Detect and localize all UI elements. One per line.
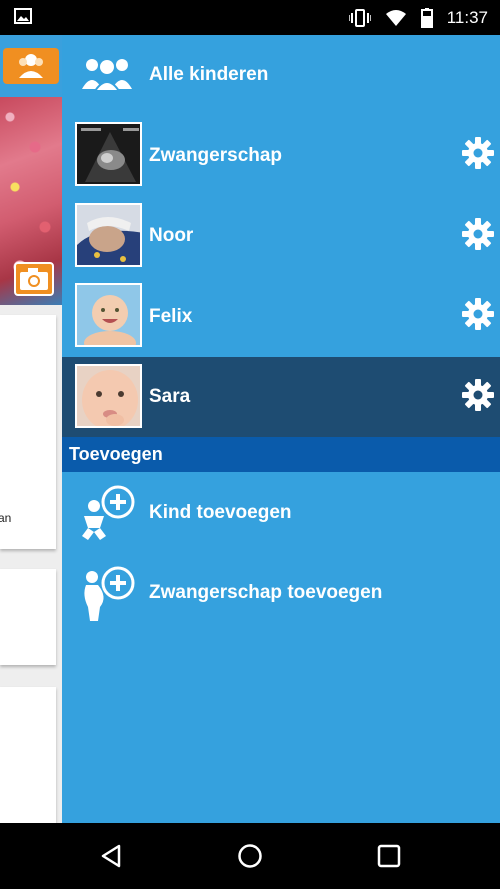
gear-icon[interactable]	[461, 217, 495, 251]
drawer-item-child-felix[interactable]: Felix	[62, 276, 500, 357]
feed-card[interactable]: an	[0, 315, 56, 549]
camera-icon	[20, 268, 48, 290]
baby-face-photo	[75, 364, 142, 428]
add-child-icon	[82, 485, 135, 540]
vibrate-icon	[348, 8, 371, 27]
section-header-toevoegen: Toevoegen	[62, 437, 500, 472]
sleeping-baby-photo	[75, 203, 142, 267]
drawer-item-child-sara[interactable]: Sara	[62, 357, 500, 437]
profile-switch-button[interactable]	[3, 48, 59, 84]
add-child-label: Kind toevoegen	[149, 501, 292, 523]
drawer-item-label: Sara	[149, 386, 191, 407]
status-bar: 11:37	[0, 0, 500, 35]
battery-icon	[420, 7, 433, 28]
drawer-item-label: Felix	[149, 305, 193, 327]
clock: 11:37	[446, 7, 488, 27]
home-icon[interactable]	[237, 843, 263, 869]
system-nav-bar	[0, 823, 500, 889]
add-pregnancy-button[interactable]: Zwangerschap toevoegen	[62, 553, 500, 633]
feed-card[interactable]	[0, 687, 56, 823]
person-icon	[19, 54, 43, 78]
gear-icon[interactable]	[461, 136, 495, 170]
gear-icon[interactable]	[461, 297, 495, 331]
wifi-icon	[385, 9, 406, 26]
drawer-item-label: Alle kinderen	[149, 64, 269, 85]
ultrasound-photo	[75, 122, 142, 186]
recents-icon[interactable]	[377, 844, 401, 868]
section-title: Toevoegen	[69, 444, 163, 464]
add-child-button[interactable]: Kind toevoegen	[62, 472, 500, 553]
drawer-item-label: Zwangerschap	[149, 144, 283, 166]
add-pregnancy-icon	[84, 566, 135, 621]
navigation-drawer: Alle kinderen Zwangerschap Noor Felix Sa…	[62, 35, 500, 823]
group-icon	[82, 59, 132, 92]
gallery-icon	[14, 8, 32, 24]
drawer-item-label: Noor	[149, 225, 194, 246]
gear-icon[interactable]	[461, 378, 495, 412]
feed-card[interactable]	[0, 569, 56, 665]
background-app: an	[0, 35, 62, 823]
drawer-item-all-children[interactable]: Alle kinderen	[62, 35, 500, 115]
drawer-item-child-zwangerschap[interactable]: Zwangerschap	[62, 115, 500, 196]
back-icon[interactable]	[99, 844, 123, 868]
feed-card-text: an	[0, 511, 12, 525]
camera-button[interactable]	[14, 262, 54, 296]
smiling-baby-photo	[75, 283, 142, 347]
drawer-item-child-noor[interactable]: Noor	[62, 196, 500, 276]
add-pregnancy-label: Zwangerschap toevoegen	[149, 582, 383, 603]
